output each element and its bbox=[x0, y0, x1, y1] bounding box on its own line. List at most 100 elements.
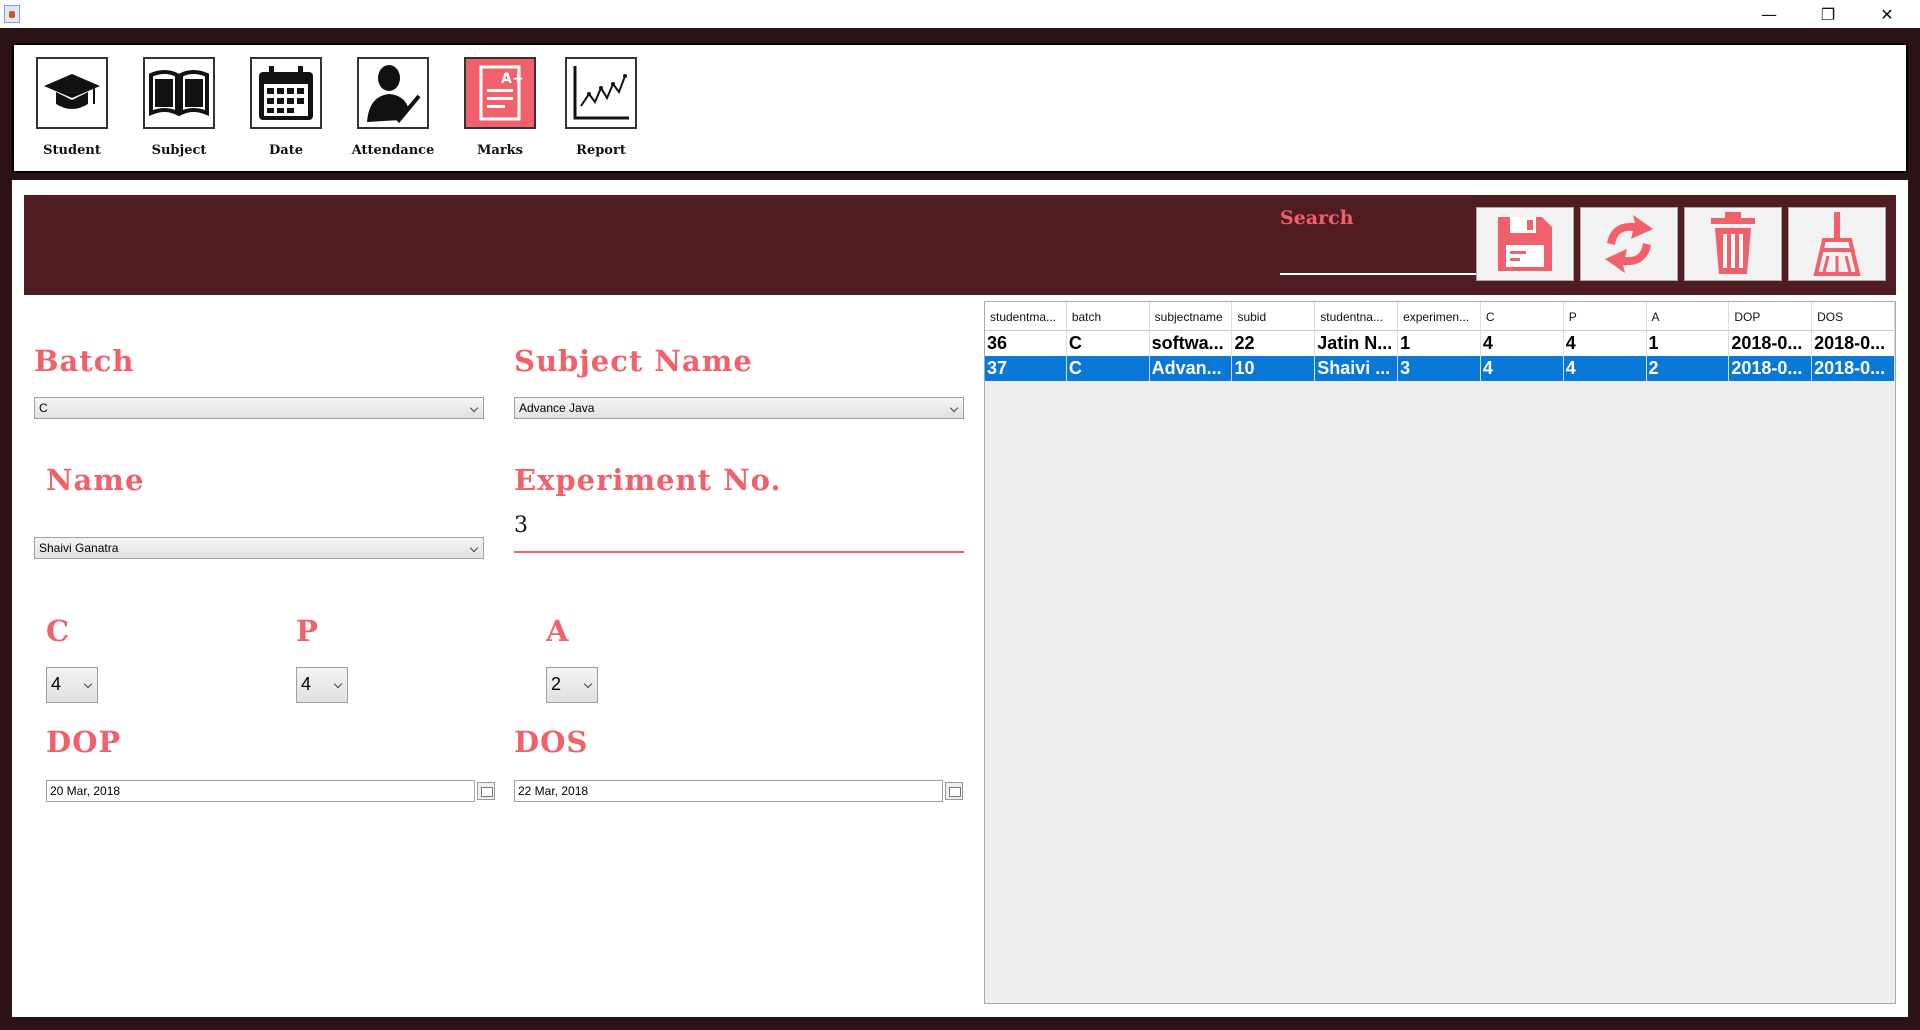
subject-name-select-value: Advance Java bbox=[519, 401, 595, 415]
save-button[interactable] bbox=[1476, 207, 1574, 281]
dop-date-field[interactable]: 20 Mar, 2018 bbox=[46, 780, 495, 802]
delete-icon bbox=[1711, 212, 1755, 274]
c-label: C bbox=[46, 614, 71, 648]
nav-subject-button[interactable]: Subject bbox=[134, 57, 224, 158]
attendance-icon bbox=[357, 57, 429, 129]
p-select[interactable]: 4 bbox=[296, 667, 348, 703]
table-cell: 36 bbox=[985, 331, 1067, 356]
dos-date-value: 22 Mar, 2018 bbox=[518, 784, 589, 798]
table-cell: 3 bbox=[1398, 356, 1481, 381]
subject-name-label: Subject Name bbox=[514, 344, 753, 378]
search-label: Search bbox=[1280, 207, 1354, 229]
table-cell: Advan... bbox=[1150, 356, 1233, 381]
nav-attendance-button[interactable]: Attendance bbox=[348, 57, 438, 158]
main-panel: Search Batch C Subject Name Advance Java… bbox=[12, 180, 1908, 1017]
batch-select[interactable]: C bbox=[34, 397, 484, 419]
column-header[interactable]: subjectname bbox=[1150, 302, 1233, 331]
column-header[interactable]: DOS bbox=[1812, 302, 1895, 331]
a-select[interactable]: 2 bbox=[546, 667, 598, 703]
nav-subject-label: Subject bbox=[151, 143, 207, 158]
refresh-button[interactable] bbox=[1580, 207, 1678, 281]
book-icon bbox=[143, 57, 215, 129]
nav-toolbar: Student Subject Date Attendance A+ Marks… bbox=[12, 43, 1908, 173]
minimize-button[interactable]: — bbox=[1746, 0, 1792, 28]
nav-date-label: Date bbox=[269, 143, 303, 158]
table-row[interactable]: 36 C softwa... 22 Jatin N... 1 4 4 1 201… bbox=[985, 331, 1895, 356]
refresh-icon bbox=[1605, 215, 1653, 273]
delete-button[interactable] bbox=[1684, 207, 1782, 281]
a-label: A bbox=[546, 614, 570, 648]
nav-date-button[interactable]: Date bbox=[241, 57, 331, 158]
chevron-down-icon bbox=[467, 399, 479, 417]
table-cell: Shaivi ... bbox=[1315, 356, 1399, 381]
chevron-down-icon bbox=[467, 539, 479, 557]
nav-report-label: Report bbox=[576, 143, 626, 158]
table-cell: 2018-0... bbox=[1729, 356, 1813, 381]
subject-name-select[interactable]: Advance Java bbox=[514, 397, 964, 419]
nav-attendance-label: Attendance bbox=[351, 143, 435, 158]
column-header[interactable]: P bbox=[1564, 302, 1647, 331]
c-select[interactable]: 4 bbox=[46, 667, 98, 703]
maximize-button[interactable]: ❐ bbox=[1805, 0, 1851, 28]
table-cell: 10 bbox=[1232, 356, 1316, 381]
table-cell: 37 bbox=[985, 356, 1067, 381]
table-row-selected[interactable]: 37 C Advan... 10 Shaivi ... 3 4 4 2 2018… bbox=[985, 356, 1895, 381]
marks-icon: A+ bbox=[464, 57, 536, 129]
table-cell: C bbox=[1067, 331, 1150, 356]
column-header[interactable]: A bbox=[1647, 302, 1730, 331]
p-label: P bbox=[296, 614, 319, 648]
table-cell: 1 bbox=[1398, 331, 1481, 356]
clear-button[interactable] bbox=[1788, 207, 1886, 281]
calendar-icon bbox=[250, 57, 322, 129]
name-label: Name bbox=[46, 463, 145, 497]
table-cell: 4 bbox=[1564, 356, 1647, 381]
column-header[interactable]: studentma... bbox=[985, 302, 1067, 331]
header-banner: Search bbox=[24, 195, 1896, 295]
clear-broom-icon bbox=[1813, 212, 1861, 276]
graduation-cap-icon bbox=[36, 57, 108, 129]
nav-report-button[interactable]: Report bbox=[556, 57, 646, 158]
table-cell: Jatin N... bbox=[1315, 331, 1399, 356]
table-cell: 4 bbox=[1564, 331, 1647, 356]
dos-date-field[interactable]: 22 Mar, 2018 bbox=[514, 780, 963, 802]
column-header[interactable]: batch bbox=[1067, 302, 1150, 331]
nav-student-button[interactable]: Student bbox=[27, 57, 117, 158]
batch-select-value: C bbox=[39, 401, 48, 415]
name-select-value: Shaivi Ganatra bbox=[39, 541, 119, 555]
java-app-icon bbox=[4, 5, 20, 23]
close-button[interactable]: ✕ bbox=[1864, 0, 1910, 28]
c-select-value: 4 bbox=[51, 674, 62, 694]
column-header[interactable]: C bbox=[1481, 302, 1564, 331]
dop-label: DOP bbox=[46, 725, 122, 759]
name-select[interactable]: Shaivi Ganatra bbox=[34, 537, 484, 559]
search-input[interactable] bbox=[1280, 273, 1480, 275]
experiment-no-label: Experiment No. bbox=[514, 463, 782, 497]
nav-marks-label: Marks bbox=[477, 143, 523, 158]
svg-text:A+: A+ bbox=[501, 71, 524, 87]
calendar-picker-icon[interactable] bbox=[477, 782, 495, 800]
table-cell: 2018-0... bbox=[1812, 356, 1895, 381]
table-cell: 4 bbox=[1481, 331, 1564, 356]
column-header[interactable]: DOP bbox=[1729, 302, 1813, 331]
column-header[interactable]: experimen... bbox=[1398, 302, 1481, 331]
chevron-down-icon bbox=[83, 679, 93, 689]
nav-marks-button[interactable]: A+ Marks bbox=[455, 57, 545, 158]
experiment-no-input[interactable]: 3 bbox=[514, 513, 528, 538]
table-cell: 2018-0... bbox=[1812, 331, 1895, 356]
records-table[interactable]: studentma... batch subjectname subid stu… bbox=[984, 301, 1896, 1004]
chevron-down-icon bbox=[333, 679, 343, 689]
column-header[interactable]: subid bbox=[1232, 302, 1316, 331]
dop-date-value: 20 Mar, 2018 bbox=[50, 784, 121, 798]
experiment-no-underline bbox=[514, 551, 964, 553]
chevron-down-icon bbox=[583, 679, 593, 689]
dos-label: DOS bbox=[514, 725, 589, 759]
a-select-value: 2 bbox=[551, 674, 562, 694]
table-cell: 1 bbox=[1647, 331, 1730, 356]
title-bar: — ❐ ✕ bbox=[0, 0, 1920, 28]
calendar-picker-icon[interactable] bbox=[945, 782, 963, 800]
table-cell: C bbox=[1067, 356, 1150, 381]
report-chart-icon bbox=[565, 57, 637, 129]
column-header[interactable]: studentna... bbox=[1315, 302, 1399, 331]
nav-student-label: Student bbox=[43, 143, 101, 158]
table-cell: softwa... bbox=[1150, 331, 1233, 356]
